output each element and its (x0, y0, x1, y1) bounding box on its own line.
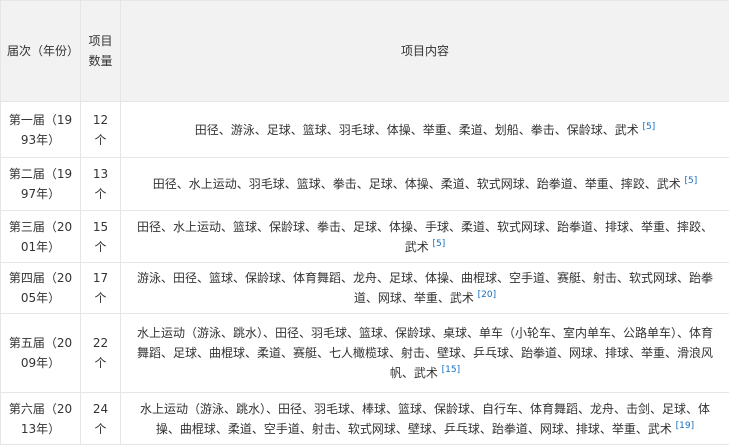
content-cell: 水上运动（游泳、跳水）、田径、羽毛球、篮球、保龄球、桌球、单车（小轮车、室内单车… (120, 313, 729, 393)
content-text: 游泳、田径、篮球、保龄球、体育舞蹈、龙舟、足球、体操、曲棍球、空手道、赛艇、射击… (136, 271, 713, 305)
content-text: 田径、水上运动、羽毛球、篮球、拳击、足球、体操、柔道、软式网球、跆拳道、举重、摔… (152, 177, 681, 191)
table-row: 第一届（1993年） 12个 田径、游泳、足球、篮球、羽毛球、体操、举重、柔道、… (0, 101, 729, 158)
reference-link[interactable]: [5] (433, 239, 446, 249)
events-table: 届次（年份） 项目数量 项目内容 第一届（1993年） 12个 田径、游泳、足球… (0, 0, 729, 445)
reference-sup: [20] (478, 290, 496, 300)
table-row: 第二届（1997年） 13个 田径、水上运动、羽毛球、篮球、拳击、足球、体操、柔… (0, 157, 729, 211)
content-cell: 田径、水上运动、篮球、保龄球、拳击、足球、体操、手球、柔道、软式网球、跆拳道、排… (120, 210, 729, 263)
table-row: 第四届（2005年） 17个 游泳、田径、篮球、保龄球、体育舞蹈、龙舟、足球、体… (0, 262, 729, 314)
content-text: 田径、水上运动、篮球、保龄球、拳击、足球、体操、手球、柔道、软式网球、跆拳道、排… (136, 219, 713, 254)
reference-link[interactable]: [20] (478, 290, 496, 300)
edition-cell: 第二届（1997年） (0, 157, 81, 211)
reference-link[interactable]: [5] (685, 176, 698, 186)
table-row: 第六届（2013年） 24个 水上运动（游泳、跳水）、田径、羽毛球、棒球、篮球、… (0, 392, 729, 445)
count-cell: 12个 (80, 101, 121, 158)
edition-cell: 第六届（2013年） (0, 392, 81, 445)
edition-header: 届次（年份） (0, 0, 81, 102)
content-cell: 田径、水上运动、羽毛球、篮球、拳击、足球、体操、柔道、软式网球、跆拳道、举重、摔… (120, 157, 729, 211)
content-header: 项目内容 (120, 0, 729, 102)
edition-cell: 第四届（2005年） (0, 262, 81, 314)
content-cell: 游泳、田径、篮球、保龄球、体育舞蹈、龙舟、足球、体操、曲棍球、空手道、赛艇、射击… (120, 262, 729, 314)
reference-sup: [5] (433, 239, 446, 249)
content-text: 水上运动（游泳、跳水）、田径、羽毛球、棒球、篮球、保龄球、自行车、体育舞蹈、龙舟… (139, 401, 710, 436)
count-cell: 24个 (80, 392, 121, 445)
table-row: 第五届（2009年） 22个 水上运动（游泳、跳水）、田径、羽毛球、篮球、保龄球… (0, 313, 729, 393)
table-row: 第三届（2001年） 15个 田径、水上运动、篮球、保龄球、拳击、足球、体操、手… (0, 210, 729, 263)
reference-sup: [5] (643, 122, 656, 132)
count-cell: 22个 (80, 313, 121, 393)
count-cell: 17个 (80, 262, 121, 314)
reference-sup: [19] (676, 421, 694, 431)
count-header: 项目数量 (80, 0, 121, 102)
reference-sup: [15] (442, 365, 460, 375)
content-text: 田径、游泳、足球、篮球、羽毛球、体操、举重、柔道、划船、拳击、保龄球、武术 (194, 122, 639, 137)
reference-sup: [5] (685, 176, 698, 186)
header-row: 届次（年份） 项目数量 项目内容 (0, 0, 729, 102)
reference-link[interactable]: [5] (643, 122, 656, 132)
content-text: 水上运动（游泳、跳水）、田径、羽毛球、篮球、保龄球、桌球、单车（小轮车、室内单车… (136, 326, 713, 380)
count-cell: 13个 (80, 157, 121, 211)
edition-cell: 第一届（1993年） (0, 101, 81, 158)
content-cell: 水上运动（游泳、跳水）、田径、羽毛球、棒球、篮球、保龄球、自行车、体育舞蹈、龙舟… (120, 392, 729, 445)
content-cell: 田径、游泳、足球、篮球、羽毛球、体操、举重、柔道、划船、拳击、保龄球、武术 [5… (120, 101, 729, 158)
reference-link[interactable]: [15] (442, 365, 460, 375)
reference-link[interactable]: [19] (676, 421, 694, 431)
edition-cell: 第五届（2009年） (0, 313, 81, 393)
edition-cell: 第三届（2001年） (0, 210, 81, 263)
count-cell: 15个 (80, 210, 121, 263)
